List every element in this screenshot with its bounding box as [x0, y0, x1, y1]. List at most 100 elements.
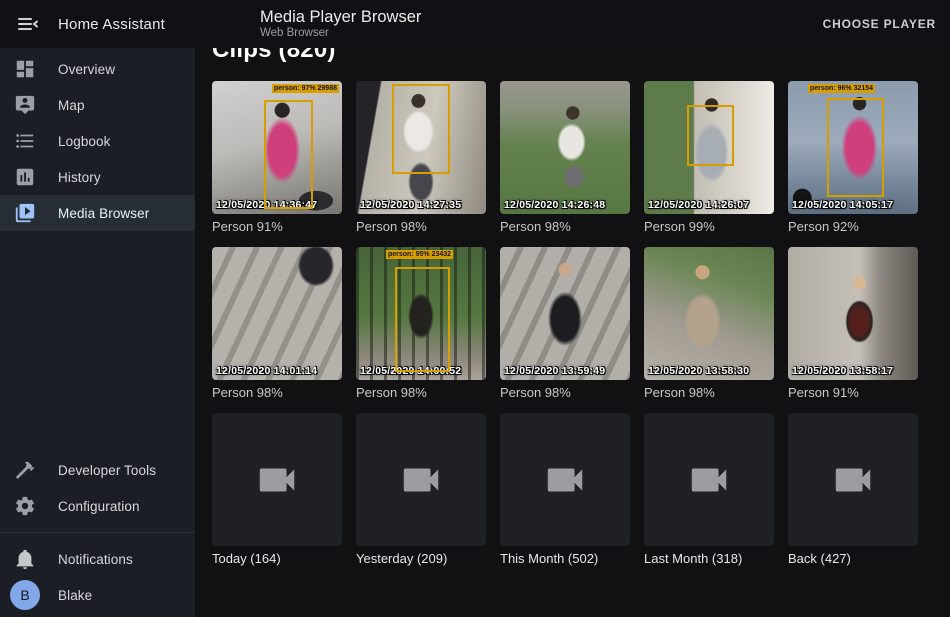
page-title: Media Player Browser	[260, 8, 421, 27]
view-dashboard-icon	[14, 58, 36, 80]
clip-card[interactable]: person: 97% 29988 12/05/2020 14:36:47 Pe…	[212, 81, 342, 234]
avatar: B	[10, 580, 40, 610]
clip-caption: Person 92%	[788, 219, 918, 234]
clip-thumbnail: 12/05/2020 14:27:35	[356, 81, 486, 214]
sidebar-item-label: Overview	[58, 62, 115, 77]
clip-thumbnail: 12/05/2020 14:26:07	[644, 81, 774, 214]
clip-caption: Person 91%	[788, 385, 918, 400]
detection-bbox	[687, 105, 734, 166]
detection-label: person: 96% 32154	[808, 84, 875, 93]
folder-label: Today (164)	[212, 551, 342, 566]
hammer-icon	[14, 459, 36, 481]
clip-caption: Person 99%	[644, 219, 774, 234]
folder-label: Last Month (318)	[644, 551, 774, 566]
folder-thumbnail	[356, 413, 486, 546]
sidebar-item-developer-tools[interactable]: Developer Tools	[0, 452, 195, 488]
clip-timestamp: 12/05/2020 13:58:17	[792, 365, 893, 377]
sidebar-item-map[interactable]: Map	[0, 87, 195, 123]
folder-card-yesterday[interactable]: Yesterday (209)	[356, 413, 486, 566]
detection-label: person: 97% 29988	[272, 84, 339, 93]
folder-label: This Month (502)	[500, 551, 630, 566]
clip-card[interactable]: 12/05/2020 13:59:49 Person 98%	[500, 247, 630, 400]
folder-card-last-month[interactable]: Last Month (318)	[644, 413, 774, 566]
sidebar-item-label: Configuration	[58, 499, 140, 514]
detection-bbox	[395, 267, 450, 372]
clips-grid: person: 97% 29988 12/05/2020 14:36:47 Pe…	[212, 81, 933, 566]
video-camera-icon	[542, 457, 588, 503]
folder-thumbnail	[644, 413, 774, 546]
sidebar-item-label: Media Browser	[58, 206, 149, 221]
detection-bbox	[392, 84, 449, 174]
clip-caption: Person 98%	[500, 385, 630, 400]
folder-card-today[interactable]: Today (164)	[212, 413, 342, 566]
play-box-multiple-icon	[14, 202, 36, 224]
clip-thumbnail: 12/05/2020 13:58:17	[788, 247, 918, 380]
sidebar-item-media-browser[interactable]: Media Browser	[0, 195, 195, 231]
sidebar-item-notifications[interactable]: Notifications	[0, 541, 195, 577]
clip-caption: Person 98%	[212, 385, 342, 400]
clip-thumbnail: 12/05/2020 14:01:14	[212, 247, 342, 380]
clip-card[interactable]: 12/05/2020 14:01:14 Person 98%	[212, 247, 342, 400]
folder-thumbnail	[788, 413, 918, 546]
clip-timestamp: 12/05/2020 14:26:07	[648, 199, 749, 211]
sidebar-footer: Developer Tools Configuration Notificati…	[0, 452, 195, 617]
clip-thumbnail: 12/05/2020 14:26:48	[500, 81, 630, 214]
choose-player-button[interactable]: CHOOSE PLAYER	[809, 7, 950, 41]
app-title: Home Assistant	[58, 16, 165, 33]
user-name: Blake	[58, 588, 92, 603]
video-camera-icon	[686, 457, 732, 503]
folder-card-back[interactable]: Back (427)	[788, 413, 918, 566]
sidebar-item-label: Logbook	[58, 134, 111, 149]
sidebar-item-label: Map	[58, 98, 85, 113]
clip-thumbnail: person: 96% 32154 12/05/2020 14:05:17	[788, 81, 918, 214]
clip-card[interactable]: person: 96% 32154 12/05/2020 14:05:17 Pe…	[788, 81, 918, 234]
gear-icon	[14, 495, 36, 517]
clip-thumbnail: 12/05/2020 13:58:30	[644, 247, 774, 380]
video-camera-icon	[398, 457, 444, 503]
clip-timestamp: 12/05/2020 14:01:14	[216, 365, 317, 377]
chart-box-icon	[14, 166, 36, 188]
page-title-block: Media Player Browser Web Browser	[195, 8, 421, 40]
clip-thumbnail: person: 97% 29988 12/05/2020 14:36:47	[212, 81, 342, 214]
sidebar-header: Home Assistant	[0, 0, 195, 48]
clip-card[interactable]: 12/05/2020 14:27:35 Person 98%	[356, 81, 486, 234]
clip-card[interactable]: 12/05/2020 13:58:17 Person 91%	[788, 247, 918, 400]
tooltip-account-icon	[14, 94, 36, 116]
sidebar-toggle-icon[interactable]	[16, 12, 40, 36]
folder-card-this-month[interactable]: This Month (502)	[500, 413, 630, 566]
detection-label: person: 95% 23432	[386, 250, 453, 259]
detection-bbox	[264, 100, 313, 209]
folder-label: Back (427)	[788, 551, 918, 566]
detection-bbox	[827, 98, 884, 196]
clip-timestamp: 12/05/2020 14:26:48	[504, 199, 605, 211]
page-header: Media Player Browser Web Browser CHOOSE …	[195, 0, 950, 48]
video-camera-icon	[254, 457, 300, 503]
video-camera-icon	[830, 457, 876, 503]
sidebar-item-user-profile[interactable]: B Blake	[0, 577, 195, 613]
sidebar-item-label: Developer Tools	[58, 463, 156, 478]
clip-thumbnail: person: 95% 23432 12/05/2020 14:00:52	[356, 247, 486, 380]
folder-label: Yesterday (209)	[356, 551, 486, 566]
sidebar-nav: Overview Map Logbook History Media Brows…	[0, 51, 195, 231]
clip-thumbnail: 12/05/2020 13:59:49	[500, 247, 630, 380]
clip-card[interactable]: person: 95% 23432 12/05/2020 14:00:52 Pe…	[356, 247, 486, 400]
clip-timestamp: 12/05/2020 14:27:35	[360, 199, 461, 211]
sidebar-item-logbook[interactable]: Logbook	[0, 123, 195, 159]
sidebar-divider	[0, 532, 195, 533]
clip-caption: Person 91%	[212, 219, 342, 234]
media-browser-content: ← Frigate Clips (820) person: 97% 29988 …	[195, 0, 950, 566]
clip-card[interactable]: 12/05/2020 13:58:30 Person 98%	[644, 247, 774, 400]
clip-card[interactable]: 12/05/2020 14:26:07 Person 99%	[644, 81, 774, 234]
sidebar-item-overview[interactable]: Overview	[0, 51, 195, 87]
sidebar-item-history[interactable]: History	[0, 159, 195, 195]
page-subtitle: Web Browser	[260, 27, 421, 40]
sidebar: Overview Map Logbook History Media Brows…	[0, 48, 195, 617]
clip-timestamp: 12/05/2020 14:05:17	[792, 199, 893, 211]
sidebar-item-configuration[interactable]: Configuration	[0, 488, 195, 524]
folder-thumbnail	[212, 413, 342, 546]
clip-card[interactable]: 12/05/2020 14:26:48 Person 98%	[500, 81, 630, 234]
clip-timestamp: 12/05/2020 13:58:30	[648, 365, 749, 377]
bell-icon	[14, 548, 36, 570]
format-list-bulleted-icon	[14, 130, 36, 152]
top-app-bar: Home Assistant Media Player Browser Web …	[0, 0, 950, 48]
